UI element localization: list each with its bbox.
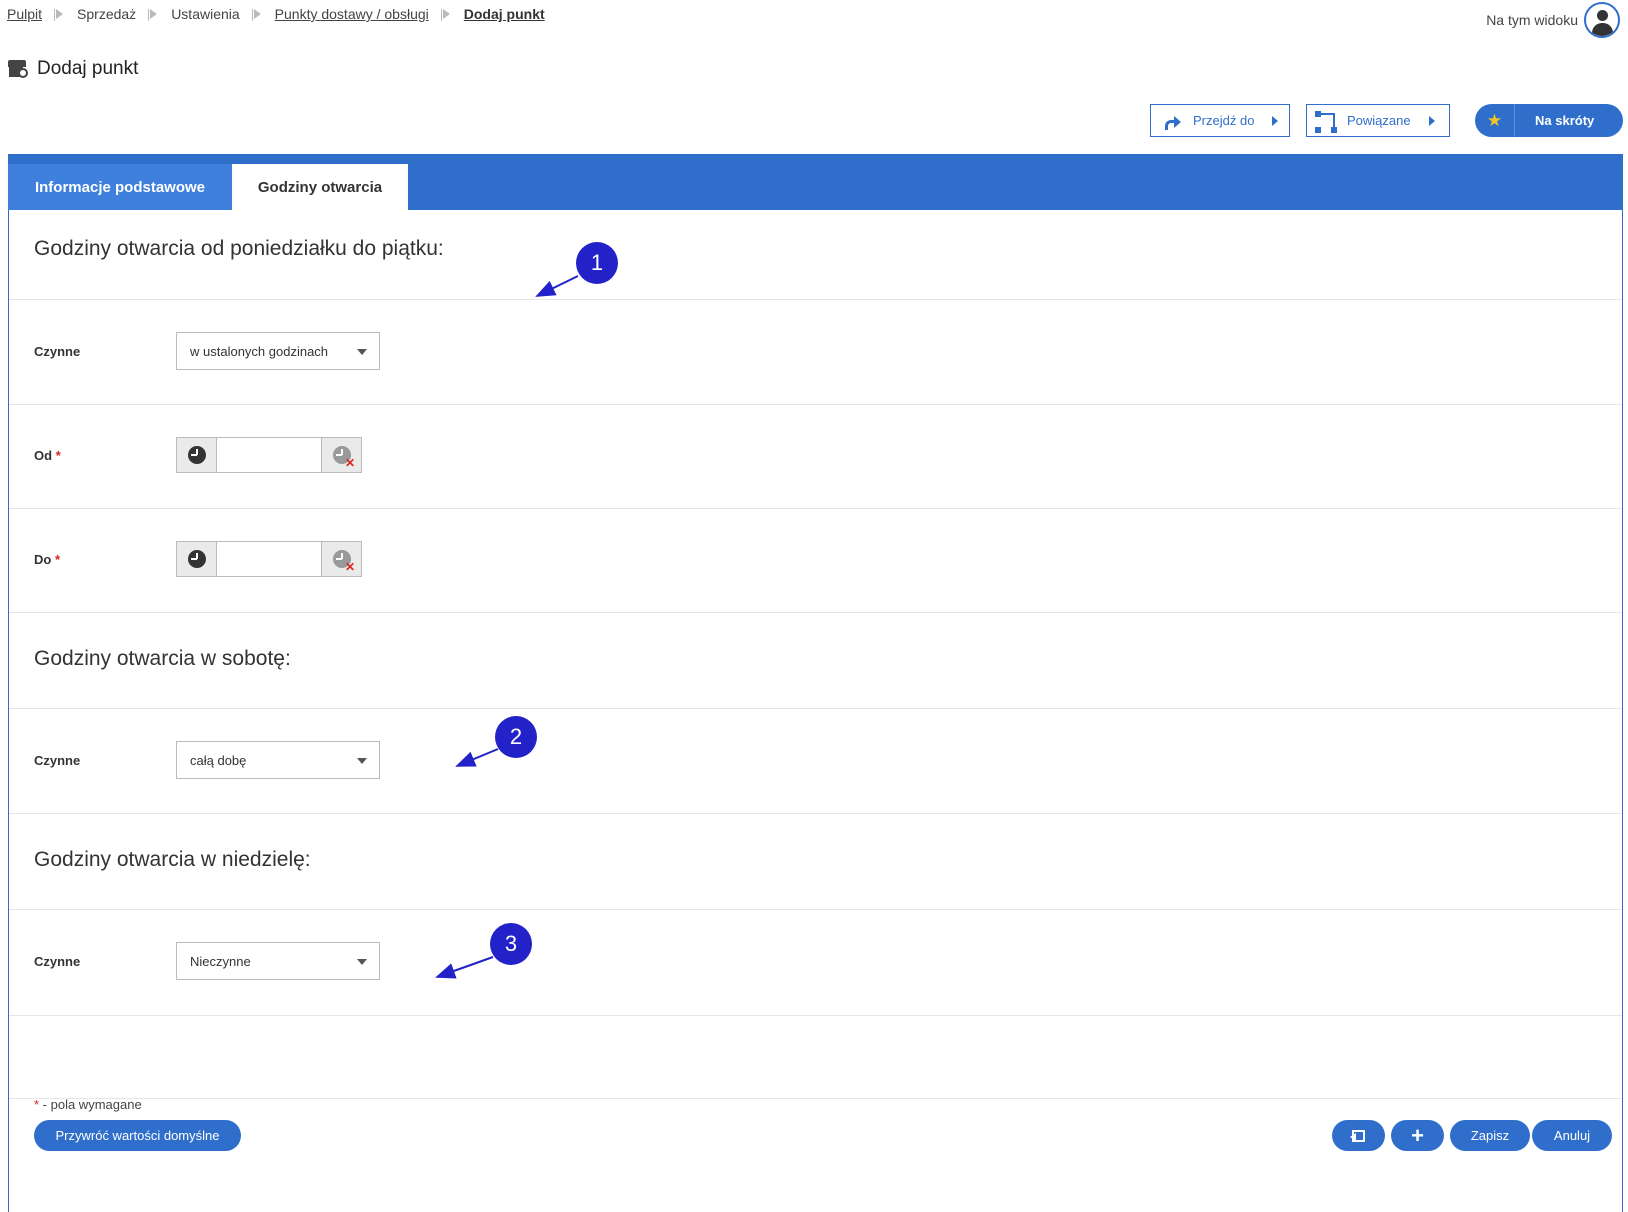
annotation-marker-2: 2 bbox=[495, 716, 537, 758]
annotation-arrows bbox=[435, 275, 579, 979]
annotation-marker-3: 3 bbox=[490, 923, 532, 965]
annotation-marker-1: 1 bbox=[576, 242, 618, 284]
